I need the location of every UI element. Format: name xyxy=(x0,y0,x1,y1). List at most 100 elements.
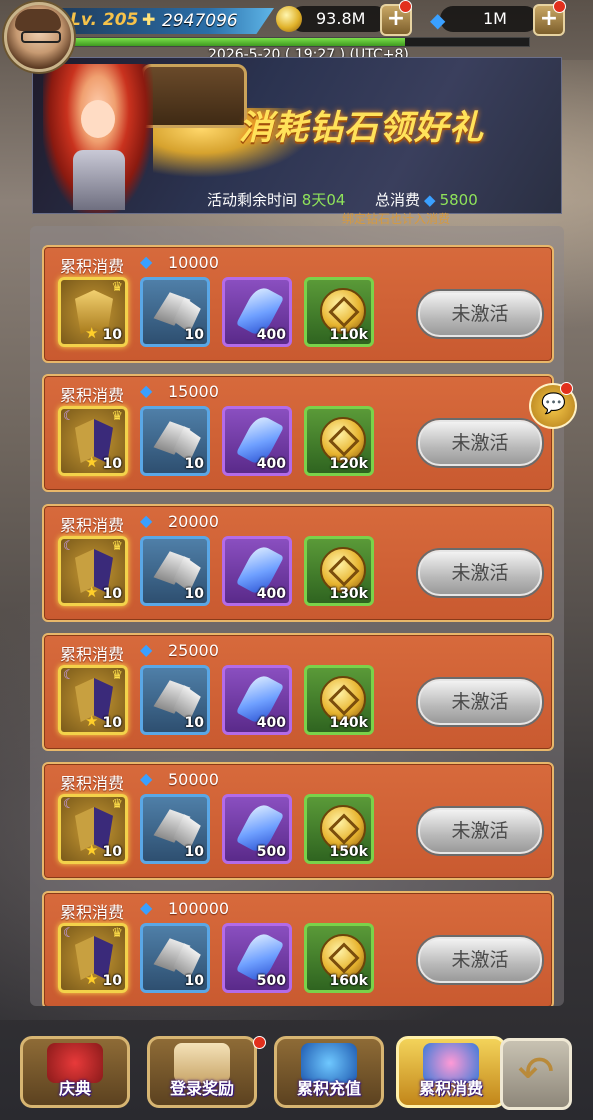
reward-tier-card: 累积消费 ◆ 20000 ☾ ♛ ★ 10 10 400 130k 未激活 xyxy=(42,504,554,622)
reward-emblem-item[interactable]: ☾ ♛ ★ 10 xyxy=(58,923,128,993)
crown-icon: ♛ xyxy=(111,280,123,295)
reward-coin-item[interactable]: 140k xyxy=(304,665,374,735)
item-count: 400 xyxy=(256,715,286,731)
total-spent: 总消费 ◆ 5800 xyxy=(375,189,478,210)
claim-button[interactable]: 未激活 xyxy=(418,808,542,854)
nav-label: 登录奖励 xyxy=(169,1079,234,1098)
diamond-icon: ◆ xyxy=(140,381,153,400)
back-arrow-icon: ↶ xyxy=(517,1047,555,1098)
reward-coin-item[interactable]: 110k xyxy=(304,277,374,347)
reward-crystal-item[interactable]: 400 xyxy=(222,277,292,347)
notification-dot xyxy=(399,0,412,13)
star-icon: ★ xyxy=(85,970,99,988)
claim-button[interactable]: 未激活 xyxy=(418,420,542,466)
reward-tier-card: 累积消费 ◆ 15000 ☾ ♛ ★ 10 10 400 120k 未激活 xyxy=(42,374,554,492)
treasure-chest-art xyxy=(141,64,247,128)
total-spent-label: 总消费 xyxy=(375,191,421,209)
crown-icon: ♛ xyxy=(111,668,123,683)
claim-button[interactable]: 未激活 xyxy=(418,291,542,337)
nav-celebration[interactable]: 庆典 xyxy=(20,1036,130,1108)
player-level: Lv. 205 xyxy=(70,10,139,30)
reward-shard-item[interactable]: 10 xyxy=(140,536,210,606)
bottom-nav: 庆典 登录奖励 累积充值 累积消费 ↶ xyxy=(0,1020,593,1120)
star-icon: ★ xyxy=(85,712,99,730)
moon-icon: ☾ xyxy=(63,797,75,812)
top-bar: Lv. 205 ✚ 2947096 93.8M + ◆ 1M + 2026-5-… xyxy=(0,0,593,72)
reward-emblem-item[interactable]: ☾ ♛ ★ 10 xyxy=(58,794,128,864)
combat-power: 2947096 xyxy=(162,11,238,31)
item-count: 400 xyxy=(256,586,286,602)
reward-tier-card: 累积消费 ◆ 100000 ☾ ♛ ★ 10 10 500 160k 未激活 xyxy=(42,891,554,1006)
avatar-hair xyxy=(15,9,61,31)
reward-crystal-item[interactable]: 500 xyxy=(222,923,292,993)
item-count: 400 xyxy=(256,327,286,343)
reward-emblem-item[interactable]: ♛ ★ 10 xyxy=(58,277,128,347)
hero-armor xyxy=(73,150,125,210)
tier-threshold: 25000 xyxy=(168,641,219,660)
diamond-icon: ◆ xyxy=(430,8,446,32)
crown-icon: ♛ xyxy=(111,797,123,812)
reward-crystal-item[interactable]: 400 xyxy=(222,536,292,606)
tier-threshold: 10000 xyxy=(168,253,219,272)
star-icon: ★ xyxy=(85,841,99,859)
nav-cumulative-recharge[interactable]: 累积充值 xyxy=(274,1036,384,1108)
item-count: 10 xyxy=(184,327,204,343)
player-avatar[interactable] xyxy=(4,2,74,72)
remaining-time-value: 8天04 xyxy=(301,191,346,209)
experience-fill xyxy=(71,38,406,46)
reward-shard-item[interactable]: 10 xyxy=(140,277,210,347)
reward-coin-item[interactable]: 120k xyxy=(304,406,374,476)
power-icon: ✚ xyxy=(142,10,156,29)
reward-crystal-item[interactable]: 400 xyxy=(222,406,292,476)
reward-shard-item[interactable]: 10 xyxy=(140,665,210,735)
item-count: 150k xyxy=(329,844,368,860)
notification-dot xyxy=(560,382,573,395)
reward-coin-item[interactable]: 130k xyxy=(304,536,374,606)
reward-emblem-item[interactable]: ☾ ♛ ★ 10 xyxy=(58,406,128,476)
diamond-icon: ◆ xyxy=(140,898,153,917)
reward-crystal-item[interactable]: 500 xyxy=(222,794,292,864)
hero-character-art xyxy=(43,64,153,213)
tier-label: 累积消费 xyxy=(60,774,125,793)
tier-threshold: 15000 xyxy=(168,382,219,401)
chat-bubble-icon: 💬 xyxy=(541,391,566,415)
item-count: 500 xyxy=(256,973,286,989)
tier-label: 累积消费 xyxy=(60,257,125,276)
reward-coin-item[interactable]: 160k xyxy=(304,923,374,993)
reward-tier-list[interactable]: 累积消费 ◆ 10000 ♛ ★ 10 10 400 110k 未激活 累积消费 ◆… xyxy=(30,226,564,1006)
tier-label: 累积消费 xyxy=(60,386,125,405)
claim-button[interactable]: 未激活 xyxy=(418,679,542,725)
reward-emblem-item[interactable]: ☾ ♛ ★ 10 xyxy=(58,536,128,606)
crown-icon: ♛ xyxy=(111,926,123,941)
moon-icon: ☾ xyxy=(63,926,75,941)
reward-shard-item[interactable]: 10 xyxy=(140,406,210,476)
claim-button[interactable]: 未激活 xyxy=(418,937,542,983)
event-banner: 消耗钻石领好礼 活动剩余时间 8天04 总消费 ◆ 5800 xyxy=(32,57,562,214)
reward-emblem-item[interactable]: ☾ ♛ ★ 10 xyxy=(58,665,128,735)
tier-label: 累积消费 xyxy=(60,516,125,535)
reward-coin-item[interactable]: 150k xyxy=(304,794,374,864)
tier-threshold: 100000 xyxy=(168,899,230,918)
tier-threshold: 20000 xyxy=(168,512,219,531)
item-count: 10 xyxy=(102,844,122,860)
diamond-icon: ◆ xyxy=(140,640,153,659)
reward-crystal-item[interactable]: 400 xyxy=(222,665,292,735)
item-count: 10 xyxy=(184,844,204,860)
item-count: 110k xyxy=(329,327,368,343)
diamond-icon: ◆ xyxy=(140,769,153,788)
item-count: 500 xyxy=(256,844,286,860)
item-count: 10 xyxy=(102,715,122,731)
reward-shard-item[interactable]: 10 xyxy=(140,794,210,864)
item-count: 160k xyxy=(329,973,368,989)
nav-login-reward[interactable]: 登录奖励 xyxy=(147,1036,257,1108)
claim-button[interactable]: 未激活 xyxy=(418,550,542,596)
reward-shard-item[interactable]: 10 xyxy=(140,923,210,993)
reward-tier-card: 累积消费 ◆ 25000 ☾ ♛ ★ 10 10 400 140k 未激活 xyxy=(42,633,554,751)
nav-cumulative-spend[interactable]: 累积消费 xyxy=(396,1036,506,1108)
remaining-time-label: 活动剩余时间 xyxy=(207,191,298,209)
diamond-amount: 1M xyxy=(483,9,507,28)
back-button[interactable]: ↶ xyxy=(500,1038,572,1110)
bound-diamond-note: 绑定钻石也计入消费 xyxy=(342,212,451,226)
tier-threshold: 50000 xyxy=(168,770,219,789)
total-spent-value: 5800 xyxy=(439,191,478,209)
